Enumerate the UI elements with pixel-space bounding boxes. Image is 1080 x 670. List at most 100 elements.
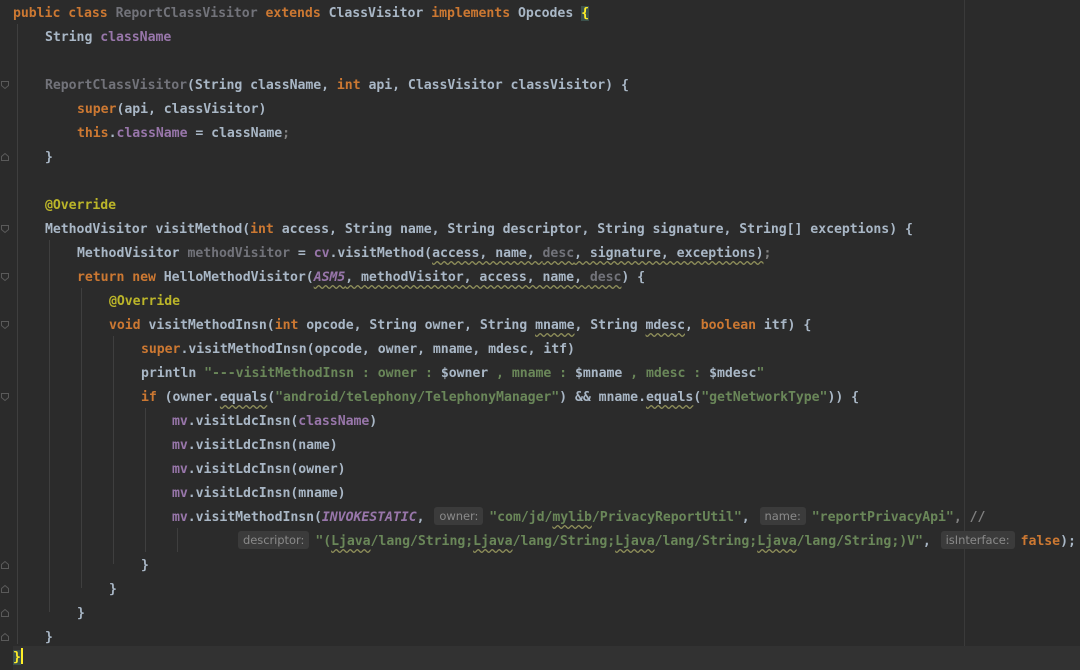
code-line-19[interactable]: mv.visitLdcInsn(name): [172, 434, 338, 458]
keyword: if: [141, 390, 165, 405]
code-line-18[interactable]: mv.visitLdcInsn(className): [172, 410, 377, 434]
code-text: MethodVisitor visitMethod(: [45, 222, 251, 237]
field-name: mv: [172, 510, 188, 525]
keyword: public class: [13, 6, 116, 21]
field-name: mv: [172, 486, 188, 501]
class-name: ReportClassVisitor: [115, 6, 266, 21]
string-literal: /lang/String;: [512, 534, 616, 549]
code-text: itf) {: [763, 318, 812, 333]
code-text: equals: [219, 390, 268, 405]
code-line-11[interactable]: MethodVisitor methodVisitor = cv.visitMe…: [77, 242, 771, 266]
keyword: super: [141, 342, 181, 357]
text-caret: [20, 648, 23, 664]
keyword: false: [1020, 534, 1061, 549]
code-text: access, name,: [432, 246, 543, 261]
code-line-25[interactable]: }: [109, 578, 117, 602]
code-text: $mname: [574, 366, 623, 381]
code-text: HelloMethodVisitor(: [163, 270, 314, 285]
code-line-6[interactable]: this.className = className;: [77, 122, 290, 146]
variable-name: methodVisitor: [187, 246, 291, 261]
unfold-icon[interactable]: [1, 633, 9, 641]
code-text: .visitLdcInsn(mname): [187, 486, 346, 501]
indent-guide: [113, 336, 114, 564]
annotation: @Override: [45, 198, 117, 213]
fold-icon[interactable]: [1, 273, 9, 281]
annotation: @Override: [109, 294, 181, 309]
indent-guide: [177, 528, 178, 552]
string-literal: Ljava: [473, 534, 513, 549]
code-text: ) && mname.: [559, 390, 646, 405]
code-line-9[interactable]: @Override: [45, 194, 116, 218]
string-literal: "(: [315, 534, 332, 549]
indent-guide: [81, 288, 82, 588]
fold-icon[interactable]: [1, 225, 9, 233]
code-text: );: [1060, 534, 1076, 549]
code-line-20[interactable]: mv.visitLdcInsn(owner): [172, 458, 346, 482]
indent-guide: [145, 408, 146, 552]
unfold-icon[interactable]: [1, 609, 9, 617]
code-text: .visitMethodInsn(opcode, owner, mname, m…: [180, 342, 575, 357]
matched-brace: {: [581, 6, 589, 21]
code-text: (owner.: [164, 390, 220, 405]
keyword: int: [274, 318, 307, 333]
parameter-hint: isInterface:: [940, 531, 1015, 549]
code-line-13[interactable]: @Override: [109, 290, 180, 314]
constant-name: ASM5: [313, 270, 346, 285]
code-text: .visitLdcInsn(name): [187, 438, 338, 453]
code-line-15[interactable]: super.visitMethodInsn(opcode, owner, mna…: [141, 338, 575, 362]
string-literal: /lang/String;: [654, 534, 758, 549]
code-text: api, ClassVisitor classVisitor) {: [368, 78, 629, 93]
parameter-hint: owner:: [434, 507, 484, 525]
field-name: mv: [172, 414, 188, 429]
field-name: mv: [172, 462, 188, 477]
gutter[interactable]: [0, 0, 13, 670]
code-line-1[interactable]: public class ReportClassVisitor extends …: [13, 2, 589, 26]
unfold-icon[interactable]: [1, 561, 9, 569]
brace: }: [45, 630, 53, 645]
comment: , //: [953, 510, 986, 525]
code-line-2[interactable]: String className: [45, 26, 171, 50]
code-line-24[interactable]: }: [141, 554, 149, 578]
code-line-14[interactable]: void visitMethodInsn(int opcode, String …: [109, 314, 811, 338]
code-text: (: [267, 390, 276, 405]
keyword: boolean: [700, 318, 764, 333]
semicolon: ;: [763, 246, 772, 261]
unfold-icon[interactable]: [1, 153, 9, 161]
code-text: $owner: [440, 366, 489, 381]
code-text: ): [369, 414, 378, 429]
string-literal: /PrivacyReportUtil": [591, 510, 742, 525]
indent-guide: [49, 240, 50, 612]
brace: }: [141, 558, 149, 573]
code-line-16[interactable]: println "---visitMethodInsn : owner : $o…: [141, 362, 764, 386]
fold-icon[interactable]: [1, 81, 9, 89]
code-line-5[interactable]: super(api, classVisitor): [77, 98, 266, 122]
code-line-17[interactable]: if (owner.equals("android/telephony/Tele…: [141, 386, 859, 410]
code-line-21[interactable]: mv.visitLdcInsn(mname): [172, 482, 346, 506]
matched-brace: }: [13, 650, 21, 665]
string-literal: /lang/String;: [370, 534, 474, 549]
fold-icon[interactable]: [1, 321, 9, 329]
code-line-26[interactable]: }: [77, 602, 85, 626]
code-text: desc: [542, 246, 575, 261]
code-editor[interactable]: public class ReportClassVisitor extends …: [0, 0, 1080, 670]
code-line-22[interactable]: mv.visitMethodInsn(INVOKESTATIC, owner: "…: [172, 506, 985, 530]
brace: }: [77, 606, 85, 621]
code-text: .visitLdcInsn(owner): [187, 462, 346, 477]
field-name: className: [298, 414, 370, 429]
code-text: (api, classVisitor): [116, 102, 267, 117]
field-name: className: [116, 126, 188, 141]
code-text: ,: [684, 318, 701, 333]
code-line-7[interactable]: }: [45, 146, 53, 170]
code-line-23[interactable]: descriptor: "(Ljava/lang/String;Ljava/lan…: [236, 530, 1076, 554]
code-line-10[interactable]: MethodVisitor visitMethod(int access, St…: [45, 218, 913, 242]
brace: }: [109, 582, 117, 597]
unfold-icon[interactable]: [1, 585, 9, 593]
keyword: int: [250, 222, 282, 237]
keyword: implements: [431, 6, 518, 21]
code-text: desc: [589, 270, 622, 285]
code-line-28[interactable]: }: [13, 646, 1080, 670]
code-text: ,: [922, 534, 939, 549]
code-line-12[interactable]: return new HelloMethodVisitor(ASM5, meth…: [77, 266, 645, 290]
fold-icon[interactable]: [1, 393, 9, 401]
code-line-4[interactable]: ReportClassVisitor(String className, int…: [45, 74, 629, 98]
